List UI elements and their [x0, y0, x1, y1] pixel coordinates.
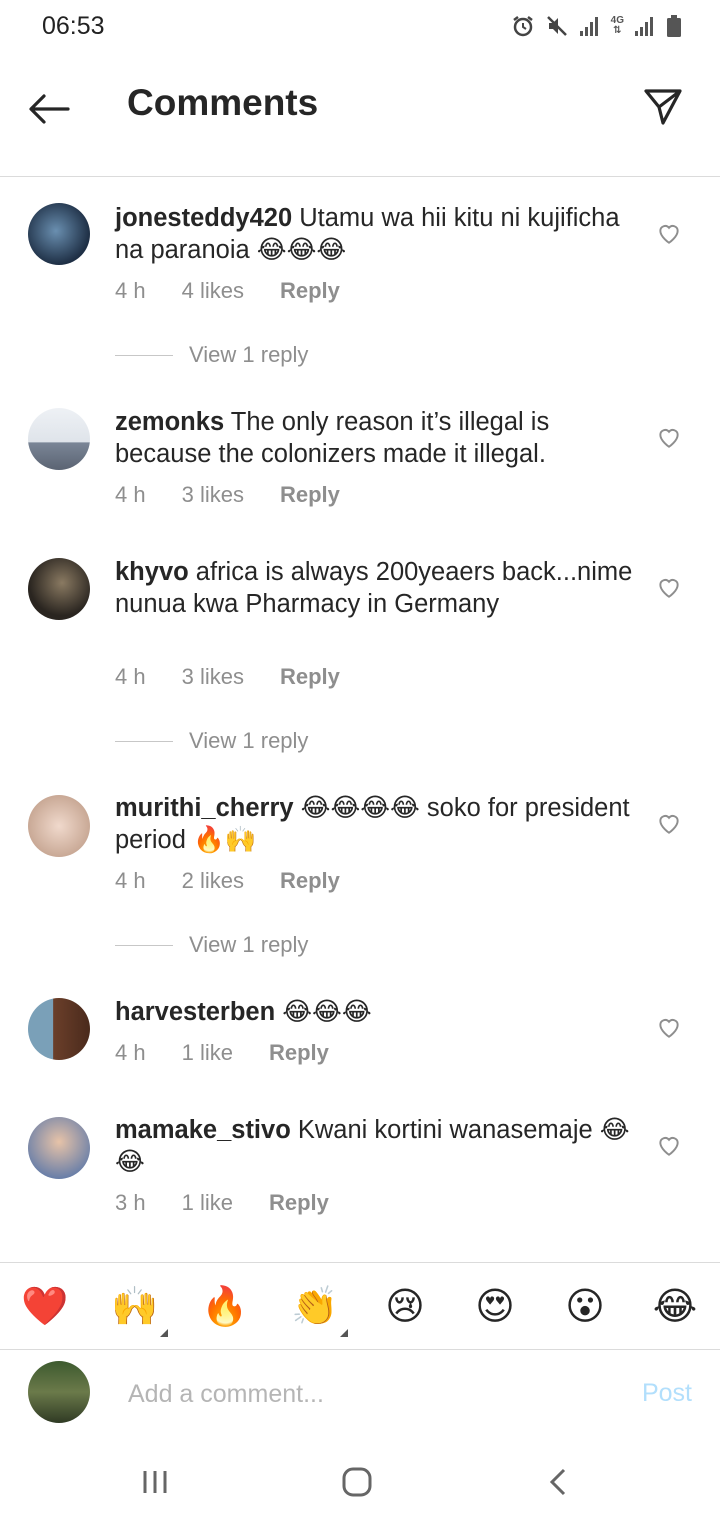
- skin-tone-indicator: [160, 1329, 168, 1337]
- comment-meta: 4 h 4 likes Reply: [115, 278, 376, 304]
- reply-button[interactable]: Reply: [280, 482, 340, 508]
- avatar[interactable]: [28, 558, 90, 620]
- avatar[interactable]: [28, 998, 90, 1060]
- reaction-heart-button[interactable]: ❤️: [20, 1281, 70, 1331]
- mute-icon: [545, 14, 569, 38]
- user-avatar: [28, 1361, 90, 1423]
- recents-icon: [143, 1471, 167, 1493]
- reply-button[interactable]: Reply: [280, 868, 340, 894]
- paper-plane-icon: [644, 89, 682, 125]
- comment-text: zemonks The only reason it’s illegal is …: [115, 406, 635, 470]
- arrow-left-icon: [29, 94, 70, 124]
- alarm-icon: [511, 14, 535, 38]
- reaction-raised-hands-button[interactable]: 🙌: [110, 1281, 168, 1337]
- comment-composer: Post: [0, 1349, 720, 1439]
- avatar[interactable]: [28, 1117, 90, 1179]
- heart-icon[interactable]: [656, 1132, 682, 1158]
- status-icons: 4G ⇅: [511, 14, 682, 38]
- status-time: 06:53: [42, 12, 105, 40]
- reply-button[interactable]: Reply: [280, 664, 340, 690]
- comment-likes[interactable]: 3 likes: [182, 482, 244, 508]
- reaction-clap-button[interactable]: 👏: [290, 1281, 348, 1337]
- comment-text: mamake_stivo Kwani kortini wanasemaje 😂😂: [115, 1114, 635, 1178]
- reaction-clap-label: 👏: [291, 1284, 339, 1328]
- view-replies-button[interactable]: View 1 reply: [115, 932, 308, 958]
- comment-likes[interactable]: 4 likes: [182, 278, 244, 304]
- comment-input[interactable]: [126, 1373, 610, 1415]
- share-button[interactable]: [640, 84, 686, 130]
- network-label: 4G: [610, 15, 624, 26]
- chevron-left-icon: [549, 1468, 566, 1496]
- signal-icon: [579, 15, 601, 37]
- comment-time: 4 h: [115, 868, 146, 893]
- comment-likes[interactable]: 1 like: [182, 1040, 233, 1066]
- divider-line: [115, 944, 173, 946]
- comment-meta: 4 h 3 likes Reply: [115, 482, 376, 508]
- heart-icon[interactable]: [656, 810, 682, 836]
- comment-meta: 4 h 1 like Reply: [115, 1040, 365, 1066]
- comment-meta: 3 h 1 like Reply: [115, 1190, 365, 1216]
- reply-button[interactable]: Reply: [269, 1190, 329, 1216]
- comment-time: 4 h: [115, 278, 146, 303]
- comment-meta: 4 h 2 likes Reply: [115, 868, 376, 894]
- quick-reaction-bar: ❤️ 🙌 🔥 👏 😢 😍 😮 😂: [0, 1262, 720, 1350]
- comment-username[interactable]: khyvo: [115, 558, 189, 586]
- status-bar: 06:53 4G ⇅: [0, 0, 720, 56]
- reply-button[interactable]: Reply: [269, 1040, 329, 1066]
- system-nav-bar: [0, 1440, 720, 1520]
- post-button[interactable]: Post: [642, 1379, 692, 1408]
- view-replies-label: View 1 reply: [189, 342, 309, 367]
- comment-time: 4 h: [115, 1040, 146, 1065]
- divider-line: [115, 354, 173, 356]
- heart-icon[interactable]: [656, 220, 682, 246]
- heart-icon[interactable]: [656, 1014, 682, 1040]
- comment-time: 4 h: [115, 664, 146, 689]
- comment-likes[interactable]: 3 likes: [182, 664, 244, 690]
- view-replies-label: View 1 reply: [189, 932, 309, 957]
- comment-username[interactable]: jonesteddy420: [115, 204, 292, 232]
- avatar[interactable]: [28, 203, 90, 265]
- reaction-fire-button[interactable]: 🔥: [200, 1281, 250, 1331]
- view-replies-button[interactable]: View 1 reply: [115, 342, 308, 368]
- divider-line: [115, 740, 173, 742]
- page-title: Comments: [127, 82, 319, 123]
- comment-text: jonesteddy420 Utamu wa hii kitu ni kujif…: [115, 202, 635, 266]
- signal-icon-2: [634, 15, 656, 37]
- comment-username[interactable]: murithi_cherry: [115, 794, 294, 822]
- comment-meta: 4 h 3 likes Reply: [115, 664, 376, 690]
- reaction-surprised-button[interactable]: 😮: [560, 1281, 610, 1331]
- comment-content: africa is always 200yeaers back...nime n…: [115, 558, 633, 618]
- comment-likes[interactable]: 1 like: [182, 1190, 233, 1216]
- home-button[interactable]: [337, 1462, 377, 1502]
- comment-time: 4 h: [115, 482, 146, 507]
- comment-text: murithi_cherry 😂😂😂😂 soko for president p…: [115, 792, 635, 856]
- avatar[interactable]: [28, 795, 90, 857]
- home-icon: [342, 1467, 372, 1497]
- comment-text: khyvo africa is always 200yeaers back...…: [115, 556, 635, 620]
- comment-username[interactable]: mamake_stivo: [115, 1116, 291, 1144]
- comment-text: harvesterben 😂😂😂: [115, 996, 635, 1028]
- comment-username[interactable]: zemonks: [115, 408, 224, 436]
- comment-content: 😂😂😂: [282, 998, 372, 1026]
- reply-button[interactable]: Reply: [280, 278, 340, 304]
- back-button[interactable]: [26, 86, 72, 132]
- reaction-laughing-button[interactable]: 😂: [650, 1281, 700, 1331]
- avatar[interactable]: [28, 408, 90, 470]
- header: Comments: [0, 56, 720, 177]
- 4g-icon: 4G ⇅: [610, 15, 624, 36]
- comment-likes[interactable]: 2 likes: [182, 868, 244, 894]
- comment-time: 3 h: [115, 1190, 146, 1215]
- recents-button[interactable]: [135, 1462, 175, 1502]
- comment-username[interactable]: harvesterben: [115, 998, 275, 1026]
- reaction-raised-hands-label: 🙌: [111, 1284, 159, 1328]
- view-replies-label: View 1 reply: [189, 728, 309, 753]
- reaction-crying-button[interactable]: 😢: [380, 1281, 430, 1331]
- battery-icon: [666, 14, 682, 38]
- reaction-heart-eyes-button[interactable]: 😍: [470, 1281, 520, 1331]
- back-nav-button[interactable]: [538, 1462, 578, 1502]
- heart-icon[interactable]: [656, 574, 682, 600]
- heart-icon[interactable]: [656, 424, 682, 450]
- skin-tone-indicator: [340, 1329, 348, 1337]
- view-replies-button[interactable]: View 1 reply: [115, 728, 308, 754]
